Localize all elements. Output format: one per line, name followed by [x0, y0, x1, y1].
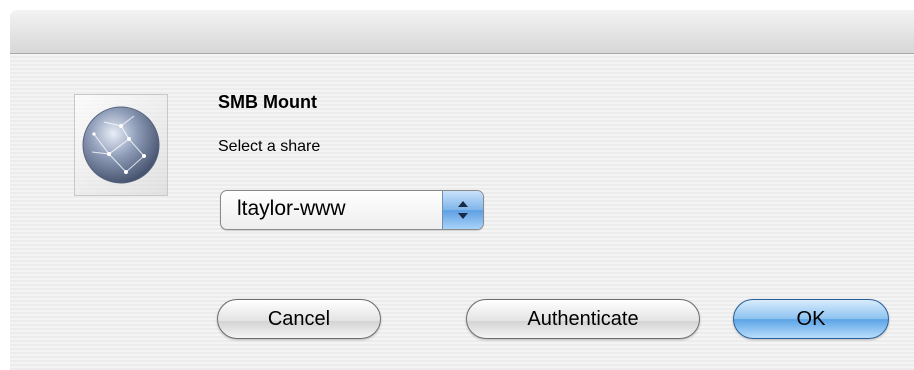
share-select[interactable]: ltaylor-www	[220, 190, 484, 230]
dialog-prompt: Select a share	[218, 138, 321, 155]
authenticate-button[interactable]: Authenticate	[466, 299, 700, 339]
title-bar[interactable]	[10, 10, 914, 54]
dialog-title: SMB Mount	[218, 92, 317, 112]
ok-button[interactable]: OK	[733, 299, 889, 339]
cancel-button[interactable]: Cancel	[217, 299, 381, 339]
smb-mount-dialog: SMB Mount Select a share ltaylor-www Can…	[10, 0, 914, 370]
up-down-arrows-icon[interactable]	[442, 191, 483, 229]
share-select-value: ltaylor-www	[237, 197, 346, 220]
network-globe-icon	[74, 94, 168, 196]
